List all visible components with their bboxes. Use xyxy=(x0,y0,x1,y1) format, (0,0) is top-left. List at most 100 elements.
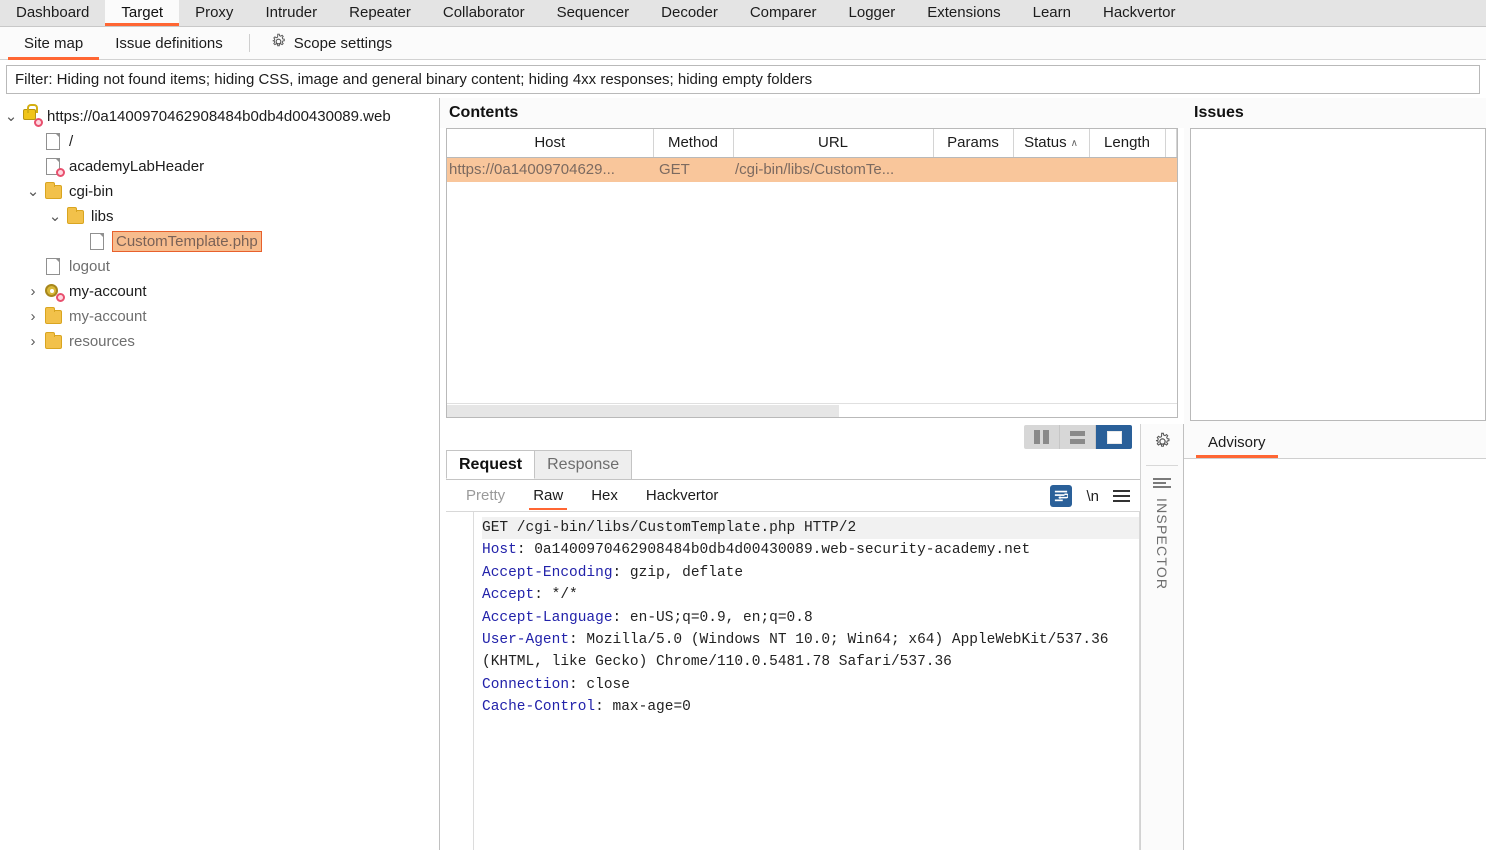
chevron-down-icon[interactable]: ⌄ xyxy=(0,109,22,124)
layout-button-group[interactable] xyxy=(1024,425,1132,449)
file-icon xyxy=(44,158,64,176)
sitemap-filter-bar[interactable]: Filter: Hiding not found items; hiding C… xyxy=(6,65,1480,94)
center-column: Contents HostMethodURLParamsStatus∧Lengt… xyxy=(440,98,1184,850)
sub-tab-issue-definitions[interactable]: Issue definitions xyxy=(99,27,239,60)
workspace: ⌄https://0a1400970462908484b0db4d0043008… xyxy=(0,98,1486,850)
main-tab-repeater[interactable]: Repeater xyxy=(333,0,427,26)
stacked-layout-button[interactable] xyxy=(1060,425,1096,449)
contents-table[interactable]: Host Method URL Params Status ∧ Length https:/… xyxy=(447,129,1177,182)
advisory-tab-advisory[interactable]: Advisory xyxy=(1196,428,1278,458)
sub-tab-site-map[interactable]: Site map xyxy=(8,27,99,60)
chevron-down-icon[interactable]: ⌄ xyxy=(22,184,44,199)
menu-icon[interactable] xyxy=(1113,490,1130,502)
inspector-expand-icon[interactable] xyxy=(1153,478,1171,488)
main-tab-intruder[interactable]: Intruder xyxy=(249,0,333,26)
tree-node[interactable]: academyLabHeader xyxy=(0,154,439,179)
header-name: Accept-Encoding xyxy=(482,565,613,581)
main-tab-target[interactable]: Target xyxy=(105,0,179,26)
message-area: RequestResponse PrettyRawHexHackvertor xyxy=(440,424,1184,850)
chevron-right-icon[interactable]: › xyxy=(22,284,44,299)
folder-icon xyxy=(66,208,86,226)
column-header-label: Params xyxy=(947,134,999,151)
newline-toggle[interactable]: \n xyxy=(1086,488,1099,505)
request-response-tabs[interactable]: RequestResponse xyxy=(446,450,1140,480)
table-row[interactable]: https://0a14009704629...GET/cgi-bin/libs… xyxy=(447,157,1177,182)
tab-response[interactable]: Response xyxy=(534,450,632,479)
site-map-tree[interactable]: ⌄https://0a1400970462908484b0db4d0043008… xyxy=(0,98,440,850)
main-tab-proxy[interactable]: Proxy xyxy=(179,0,249,26)
chevron-right-icon[interactable]: › xyxy=(22,334,44,349)
column-header-label: Status xyxy=(1024,134,1067,151)
column-header-status[interactable]: Status ∧ xyxy=(1013,129,1089,157)
request-line: Accept-Encoding: gzip, deflate xyxy=(482,562,1139,584)
request-line: Connection: close xyxy=(482,674,1139,696)
line-text: : Mozilla/5.0 (Windows NT 10.0; Win64; x… xyxy=(482,632,1117,670)
tree-node[interactable]: logout xyxy=(0,254,439,279)
view-tab-hackvertor[interactable]: Hackvertor xyxy=(632,480,733,512)
column-header-url[interactable]: URL xyxy=(733,129,933,157)
contents-table-header-row: Host Method URL Params Status ∧ Length xyxy=(447,129,1177,157)
main-tab-decoder[interactable]: Decoder xyxy=(645,0,734,26)
column-header-label: URL xyxy=(818,134,848,151)
rail-divider xyxy=(1146,465,1178,466)
request-line xyxy=(482,741,1139,763)
chevron-down-icon[interactable]: ⌄ xyxy=(44,209,66,224)
main-tab-bar: DashboardTargetProxyIntruderRepeaterColl… xyxy=(0,0,1486,27)
tree-node[interactable]: / xyxy=(0,129,439,154)
tree-spacer xyxy=(22,136,44,148)
contents-horizontal-scrollbar[interactable] xyxy=(447,403,1177,417)
column-header-method[interactable]: Method xyxy=(653,129,733,157)
single-pane-layout-button[interactable] xyxy=(1096,425,1132,449)
header-name: Connection xyxy=(482,677,569,693)
view-tab-raw[interactable]: Raw xyxy=(519,480,577,512)
column-header-host[interactable]: Host xyxy=(447,129,653,157)
lock-icon xyxy=(22,108,42,126)
inspector-label[interactable]: INSPECTOR xyxy=(1154,498,1170,590)
request-raw-text[interactable]: GET /cgi-bin/libs/CustomTemplate.php HTT… xyxy=(474,512,1139,850)
tree-node[interactable]: ⌄ libs xyxy=(0,204,439,229)
folder-icon xyxy=(44,308,64,326)
tree-node[interactable]: CustomTemplate.php xyxy=(0,229,439,254)
scope-settings-button[interactable]: Scope settings xyxy=(260,27,402,60)
column-header-label: Method xyxy=(668,134,718,151)
editor-view-tabs[interactable]: PrettyRawHexHackvertor \n xyxy=(446,480,1140,512)
message-editor-panel: RequestResponse PrettyRawHexHackvertor xyxy=(440,424,1140,850)
cell-length xyxy=(1089,157,1165,182)
tab-request[interactable]: Request xyxy=(446,450,535,479)
cell-url: /cgi-bin/libs/CustomTe... xyxy=(733,157,933,182)
tree-node[interactable]: ›my-account xyxy=(0,304,439,329)
line-text: GET /cgi-bin/libs/CustomTemplate.php HTT… xyxy=(482,520,856,536)
word-wrap-icon[interactable] xyxy=(1050,485,1072,507)
gear-icon[interactable] xyxy=(1153,432,1172,455)
contents-empty-area xyxy=(447,182,1177,403)
scrollbar-thumb[interactable] xyxy=(447,405,839,417)
issues-list[interactable] xyxy=(1190,128,1486,421)
request-line: Host: 0a1400970462908484b0db4d00430089.w… xyxy=(482,539,1139,561)
main-tab-learn[interactable]: Learn xyxy=(1017,0,1087,26)
main-tab-logger[interactable]: Logger xyxy=(833,0,912,26)
main-tab-dashboard[interactable]: Dashboard xyxy=(0,0,105,26)
tree-node[interactable]: ›resources xyxy=(0,329,439,354)
tree-node[interactable]: ⌄https://0a1400970462908484b0db4d0043008… xyxy=(0,104,439,129)
column-header-params[interactable]: Params xyxy=(933,129,1013,157)
view-tab-hex[interactable]: Hex xyxy=(577,480,632,512)
issues-title: Issues xyxy=(1184,98,1486,128)
tree-node-label: libs xyxy=(91,208,114,225)
main-tab-extensions[interactable]: Extensions xyxy=(911,0,1016,26)
inspector-rail[interactable]: INSPECTOR xyxy=(1140,424,1184,850)
main-tab-hackvertor[interactable]: Hackvertor xyxy=(1087,0,1192,26)
chevron-right-icon[interactable]: › xyxy=(22,309,44,324)
column-header-length[interactable]: Length xyxy=(1089,129,1165,157)
main-tab-comparer[interactable]: Comparer xyxy=(734,0,833,26)
file-icon xyxy=(44,258,64,276)
request-editor[interactable]: 12345678910 GET /cgi-bin/libs/CustomTemp… xyxy=(446,512,1140,850)
sort-ascending-icon: ∧ xyxy=(1071,138,1078,149)
view-tab-pretty[interactable]: Pretty xyxy=(452,480,519,512)
advisory-tab-bar[interactable]: Advisory xyxy=(1184,429,1486,459)
main-tab-sequencer[interactable]: Sequencer xyxy=(541,0,646,26)
main-tab-collaborator[interactable]: Collaborator xyxy=(427,0,541,26)
contents-table-container: Host Method URL Params Status ∧ Length https:/… xyxy=(446,128,1178,418)
tree-node[interactable]: ›my-account xyxy=(0,279,439,304)
side-by-side-layout-button[interactable] xyxy=(1024,425,1060,449)
tree-node[interactable]: ⌄cgi-bin xyxy=(0,179,439,204)
